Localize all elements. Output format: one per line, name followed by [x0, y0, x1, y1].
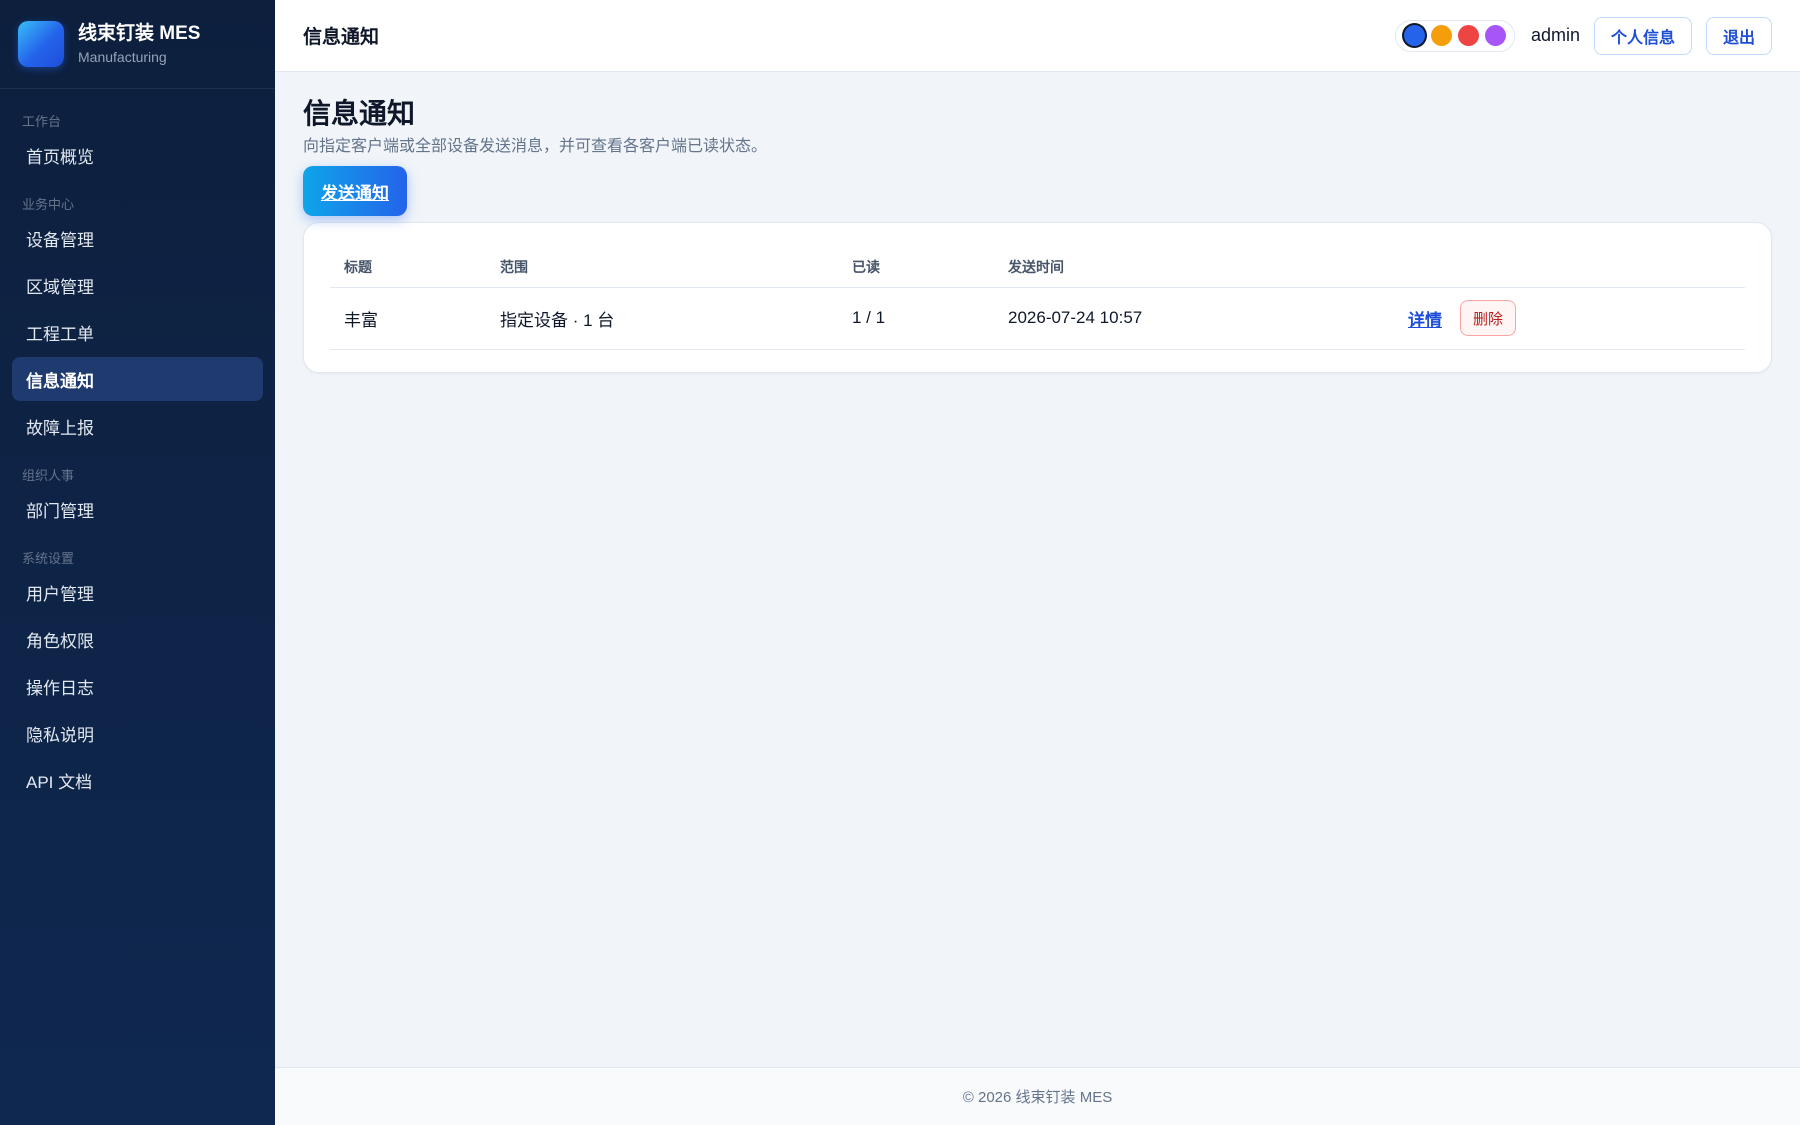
theme-color-swatch[interactable]	[1430, 25, 1452, 46]
sidebar-item[interactable]: 角色权限	[12, 617, 263, 661]
theme-color-swatch[interactable]	[1484, 25, 1506, 46]
send-notification-button[interactable]: 发送通知	[303, 166, 407, 216]
cell-actions: 详情 删除	[1394, 287, 1745, 350]
brand-logo	[18, 21, 64, 67]
sidebar-item[interactable]: 设备管理	[12, 216, 263, 260]
column-header-sent-time: 发送时间	[994, 247, 1394, 288]
sidebar: 线束钉装 MES Manufacturing 工作台首页概览业务中心设备管理 区域…	[0, 0, 275, 1125]
sidebar-section-label: 工作台	[22, 114, 62, 129]
top-header: 信息通知 admin 个人信息 退出	[275, 0, 1800, 72]
sidebar-item[interactable]: 信息通知	[12, 357, 263, 401]
sidebar-item[interactable]: 隐私说明	[12, 711, 263, 755]
notifications-card: 标题 范围 已读 发送时间 丰富 指定设备 · 1 台 1 / 1 2026-0…	[303, 222, 1772, 373]
sidebar-item[interactable]: 区域管理	[12, 263, 263, 307]
column-header-scope: 范围	[486, 247, 838, 288]
page-title: 信息通知	[303, 98, 416, 129]
sidebar-item[interactable]: 工程工单	[12, 310, 263, 354]
theme-color-swatch[interactable]	[1403, 25, 1425, 46]
profile-button[interactable]: 个人信息	[1593, 16, 1692, 55]
table-header-row: 标题 范围 已读 发送时间	[330, 247, 1745, 288]
footer: © 2026 线束钉装 MES	[275, 1067, 1800, 1125]
cell-read: 1 / 1	[838, 287, 994, 350]
brand[interactable]: 线束钉装 MES Manufacturing	[0, 0, 275, 89]
table-row: 丰富 指定设备 · 1 台 1 / 1 2026-07-24 10:57 详情 …	[330, 287, 1745, 350]
sidebar-nav: 工作台首页概览业务中心设备管理 区域管理 工程工单 信息通知 故障上报组织人事部门管理系…	[0, 89, 275, 802]
cell-sent-time: 2026-07-24 10:57	[994, 287, 1394, 350]
row-actions: 详情 删除	[1408, 300, 1745, 336]
cell-scope: 指定设备 · 1 台	[486, 287, 838, 350]
header-title: 信息通知	[303, 27, 380, 48]
theme-color-swatch[interactable]	[1457, 25, 1479, 46]
page-description: 向指定客户端或全部设备发送消息，并可查看各客户端已读状态。	[303, 138, 768, 155]
theme-switcher	[1394, 19, 1515, 52]
sidebar-item[interactable]: 首页概览	[12, 133, 263, 177]
main-content: 信息通知 向指定客户端或全部设备发送消息，并可查看各客户端已读状态。 发送通知 …	[275, 72, 1800, 1067]
cell-title: 丰富	[330, 287, 486, 350]
sidebar-item[interactable]: 操作日志	[12, 664, 263, 708]
sidebar-section-label: 业务中心	[22, 197, 75, 212]
column-header-title: 标题	[330, 247, 486, 288]
sidebar-section-label: 系统设置	[22, 551, 75, 566]
delete-button[interactable]: 删除	[1460, 300, 1517, 336]
logout-button[interactable]: 退出	[1705, 16, 1772, 55]
notifications-table: 标题 范围 已读 发送时间 丰富 指定设备 · 1 台 1 / 1 2026-0…	[330, 247, 1745, 350]
column-header-read: 已读	[838, 247, 994, 288]
brand-subtitle: Manufacturing	[78, 49, 167, 65]
brand-title: 线束钉装 MES	[78, 23, 201, 44]
detail-button[interactable]: 详情	[1408, 306, 1442, 331]
column-header-actions	[1394, 247, 1745, 288]
sidebar-item[interactable]: 故障上报	[12, 404, 263, 448]
sidebar-item[interactable]: 用户管理	[12, 570, 263, 614]
sidebar-item[interactable]: 部门管理	[12, 487, 263, 531]
user-name: admin	[1530, 25, 1580, 45]
sidebar-section-label: 组织人事	[22, 468, 75, 483]
sidebar-item[interactable]: API 文档	[12, 758, 263, 802]
footer-copyright: © 2026 线束钉装 MES	[962, 1089, 1113, 1106]
